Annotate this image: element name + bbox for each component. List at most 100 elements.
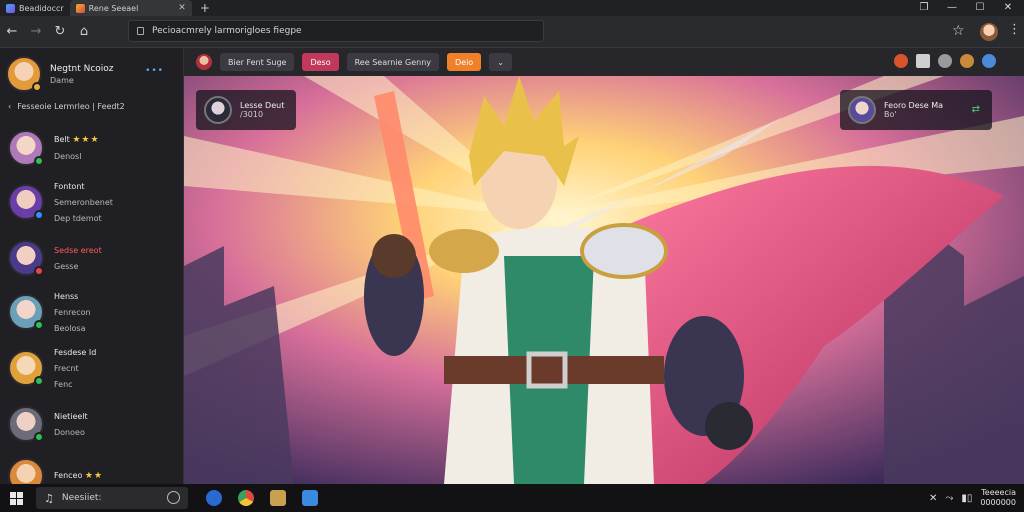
- status-dot: [34, 376, 44, 386]
- belt: [444, 356, 664, 384]
- friend-status: Donoeo: [54, 427, 85, 437]
- section-header[interactable]: ‹ Fesseoie Lermrleo | Feedt2: [8, 102, 176, 111]
- current-user[interactable]: Negtnt Ncoioz Dame •••: [6, 52, 178, 96]
- avatar: [8, 294, 44, 330]
- avatar: [204, 96, 232, 124]
- friend-name: Nietieelt: [54, 411, 88, 421]
- chevron-left-icon: ‹: [8, 102, 12, 111]
- player-name: Lesse Deut: [240, 101, 285, 110]
- profile-avatar[interactable]: [980, 23, 998, 41]
- share-icon[interactable]: ⇄: [972, 104, 980, 115]
- shield-icon[interactable]: [982, 54, 996, 68]
- address-bar[interactable]: Pecioacmrely larmorigloes fiegpe: [128, 20, 544, 42]
- photos-icon: [270, 490, 286, 506]
- notification-icon[interactable]: [894, 54, 908, 68]
- windows-icon: [9, 491, 23, 505]
- friend-item[interactable]: Henss Fenrecon Beolosa: [8, 286, 176, 338]
- friend-item[interactable]: Sedse ereot Gesse: [8, 232, 176, 284]
- avatar: [8, 458, 44, 484]
- tab-favicon-icon: [75, 3, 85, 13]
- avatar: [8, 184, 44, 220]
- new-tab-button[interactable]: +: [192, 1, 218, 15]
- shoulder-left: [429, 229, 499, 273]
- close-tab-icon[interactable]: ✕: [178, 3, 186, 13]
- settings-icon[interactable]: [938, 54, 952, 68]
- status-dot: [34, 210, 44, 220]
- system-tray: ✕ ⤳ ▮▯ Teeeecia 0000000: [929, 484, 1024, 512]
- search-text: Neesiiet:: [61, 493, 102, 503]
- tab-1[interactable]: Beadidoccr: [0, 0, 70, 16]
- lock-icon: [137, 27, 144, 35]
- browser-window: Beadidoccr Rene Seeael ✕ + ❐ — ☐ ✕ ← → ↻…: [0, 0, 1024, 512]
- browser-toolbar: ← → ↻ ⌂ Pecioacmrely larmorigloes fiegpe…: [0, 16, 1024, 48]
- tab-strip: Beadidoccr Rene Seeael ✕ + ❐ — ☐ ✕: [0, 0, 1024, 16]
- sync-icon[interactable]: ⤳: [945, 493, 953, 504]
- user-status: Dame: [50, 76, 74, 85]
- friend-item[interactable]: Fenceo ★★: [8, 450, 176, 484]
- status-dot: [34, 432, 44, 442]
- player-sub: Bo': [884, 110, 897, 119]
- status-dot: [32, 82, 42, 92]
- battery-icon[interactable]: ▮▯: [961, 493, 972, 504]
- friend-name: Belt: [54, 135, 70, 144]
- window-icon[interactable]: [916, 54, 930, 68]
- chip-2[interactable]: Deso: [302, 53, 339, 71]
- chip-1[interactable]: Bier Fent Suge: [220, 53, 295, 71]
- toolbar-icons: [894, 54, 996, 68]
- main-content: Bier Fent Suge Deso Ree Searnie Genny De…: [184, 48, 1024, 484]
- taskbar-app-edge[interactable]: [198, 484, 230, 512]
- network-icon[interactable]: ✕: [929, 493, 937, 504]
- taskbar-app-store[interactable]: [294, 484, 326, 512]
- close-window-icon[interactable]: ✕: [994, 0, 1022, 16]
- window-controls: ❐ — ☐ ✕: [910, 0, 1022, 16]
- more-menu-icon[interactable]: ⋮: [1008, 22, 1021, 37]
- maximize-icon[interactable]: ☐: [966, 0, 994, 16]
- friend-detail: Dep tdemot: [54, 213, 102, 223]
- taskbar-app-photos[interactable]: [262, 484, 294, 512]
- more-dots-icon[interactable]: •••: [145, 66, 164, 76]
- friend-item[interactable]: Nietieelt Donoeo: [8, 398, 176, 450]
- chip-4[interactable]: Deio: [447, 53, 482, 71]
- friend-detail: Fenc: [54, 379, 73, 389]
- forward-icon[interactable]: →: [24, 24, 48, 39]
- gauntlet: [372, 234, 416, 278]
- bookmark-star-icon[interactable]: ☆: [952, 23, 965, 39]
- taskbar-search[interactable]: ♫ Neesiiet:: [36, 487, 188, 509]
- tab-label: Rene Seeael: [88, 3, 139, 13]
- friend-name: Fontont: [54, 181, 85, 191]
- back-icon[interactable]: ←: [0, 24, 24, 39]
- dropdown-button[interactable]: ⌄: [489, 53, 512, 71]
- status-dot: [34, 320, 44, 330]
- status-dot: [34, 266, 44, 276]
- start-button[interactable]: [0, 491, 32, 505]
- channel-avatar[interactable]: [196, 54, 212, 70]
- hero-artwork: [184, 76, 1024, 484]
- player-card-left[interactable]: Lesse Deut /3010: [196, 90, 296, 130]
- avatar: [6, 56, 42, 92]
- avatar: [8, 350, 44, 386]
- reload-icon[interactable]: ↻: [48, 24, 72, 39]
- clock[interactable]: Teeeecia 0000000: [980, 488, 1016, 508]
- tab-2[interactable]: Rene Seeael ✕: [69, 0, 192, 16]
- restore-icon[interactable]: ❐: [910, 0, 938, 16]
- home-icon[interactable]: ⌂: [72, 24, 96, 39]
- friend-item[interactable]: Fesdese Id Frecnt Fenc: [8, 342, 176, 394]
- rating-stars: ★★★: [72, 135, 100, 145]
- minimize-icon[interactable]: —: [938, 0, 966, 16]
- chip-3[interactable]: Ree Searnie Genny: [346, 53, 439, 71]
- shoulder-right: [580, 223, 668, 279]
- friend-item[interactable]: Belt ★★★ Denosl: [8, 122, 176, 174]
- friend-item[interactable]: Fontont Semeronbenet Dep tdemot: [8, 176, 176, 228]
- friend-status: Semeronbenet: [54, 197, 113, 207]
- profile-icon[interactable]: [960, 54, 974, 68]
- music-icon: ♫: [44, 491, 54, 505]
- fist: [705, 402, 753, 450]
- friend-name: Sedse ereot: [54, 245, 102, 255]
- friend-name: Fesdese Id: [54, 347, 97, 357]
- avatar: [8, 406, 44, 442]
- taskbar-app-chrome[interactable]: [230, 484, 262, 512]
- date-text: 0000000: [980, 498, 1016, 507]
- player-card-right[interactable]: Feoro Dese Ma Bo' ⇄: [840, 90, 992, 130]
- address-text: Pecioacmrely larmorigloes fiegpe: [152, 26, 302, 36]
- friends-sidebar: Negtnt Ncoioz Dame ••• ‹ Fesseoie Lermrl…: [0, 48, 184, 484]
